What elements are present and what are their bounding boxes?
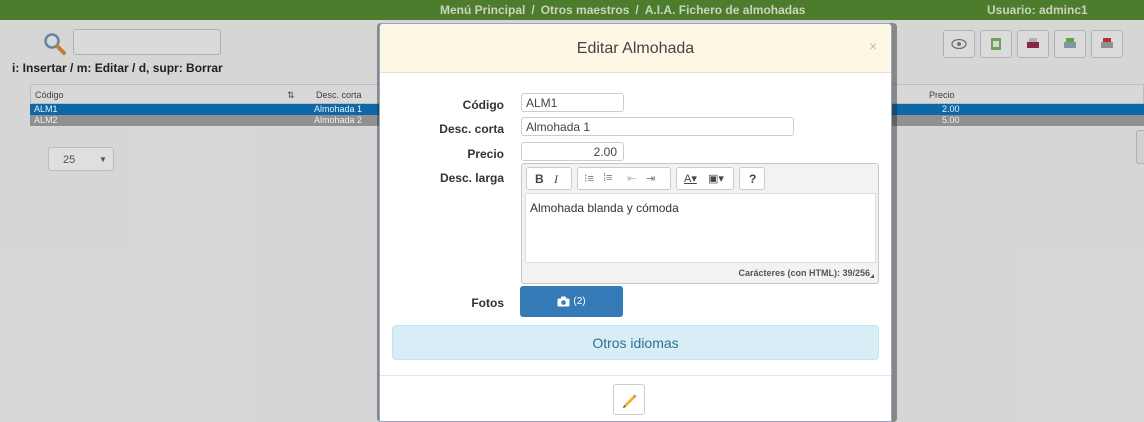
- codigo-label: Código: [462, 98, 504, 112]
- desc-corta-field[interactable]: Almohada 1: [521, 117, 794, 136]
- fotos-button[interactable]: (2): [520, 286, 623, 317]
- breadcrumb-item-current: A.I.A. Fichero de almohadas: [644, 3, 806, 17]
- format-group: B I: [526, 167, 572, 190]
- desc-corta-label: Desc. corta: [439, 122, 504, 136]
- close-icon[interactable]: ×: [869, 38, 877, 54]
- help-group: ?: [739, 167, 765, 190]
- ordered-list-icon[interactable]: ⁝≡: [584, 172, 594, 185]
- breadcrumb: Menú Principal / Otros maestros / A.I.A. Fic…: [440, 3, 806, 17]
- precio-field[interactable]: 2.00: [521, 142, 624, 161]
- user-label[interactable]: Usuario: adminc1: [987, 3, 1088, 17]
- rich-text-editor: B I ⁝≡ ⁞≡ ⇤ ⇥ A▾ ▣▾ ? Almohada blanda y …: [521, 163, 879, 284]
- fotos-label: Fotos: [471, 296, 504, 310]
- pencil-icon: [623, 394, 637, 408]
- text-color-icon[interactable]: A▾: [684, 172, 697, 185]
- background-color-icon[interactable]: ▣▾: [708, 172, 724, 185]
- top-bar: Menú Principal / Otros maestros / A.I.A. Fic…: [0, 0, 1144, 20]
- modal-footer-divider: [380, 375, 891, 376]
- otros-idiomas-button[interactable]: Otros idiomas: [392, 325, 879, 360]
- breadcrumb-item-maestros[interactable]: Otros maestros: [541, 3, 630, 17]
- italic-button[interactable]: I: [554, 172, 558, 187]
- breadcrumb-item-menu[interactable]: Menú Principal: [440, 3, 525, 17]
- desc-larga-label: Desc. larga: [439, 171, 504, 185]
- edit-modal: Editar Almohada × Código ALM1 Desc. cort…: [379, 23, 892, 422]
- char-count: Carácteres (con HTML): 39/256: [738, 268, 870, 278]
- modal-header: Editar Almohada ×: [380, 24, 891, 73]
- codigo-field[interactable]: ALM1: [521, 93, 624, 112]
- save-edit-button[interactable]: [613, 384, 645, 415]
- unordered-list-icon[interactable]: ⁞≡: [603, 172, 612, 184]
- desc-larga-editor[interactable]: Almohada blanda y cómoda: [525, 193, 876, 263]
- precio-label: Precio: [467, 147, 504, 161]
- fotos-count: (2): [573, 296, 586, 307]
- help-button[interactable]: ?: [749, 172, 756, 186]
- list-group: ⁝≡ ⁞≡ ⇤ ⇥: [577, 167, 671, 190]
- resize-grip-icon[interactable]: [870, 274, 874, 278]
- camera-icon: [557, 296, 570, 307]
- modal-title: Editar Almohada: [576, 40, 695, 57]
- color-group: A▾ ▣▾: [676, 167, 734, 190]
- indent-icon[interactable]: ⇥: [646, 172, 655, 185]
- bold-button[interactable]: B: [535, 172, 544, 186]
- outdent-icon[interactable]: ⇤: [627, 172, 636, 185]
